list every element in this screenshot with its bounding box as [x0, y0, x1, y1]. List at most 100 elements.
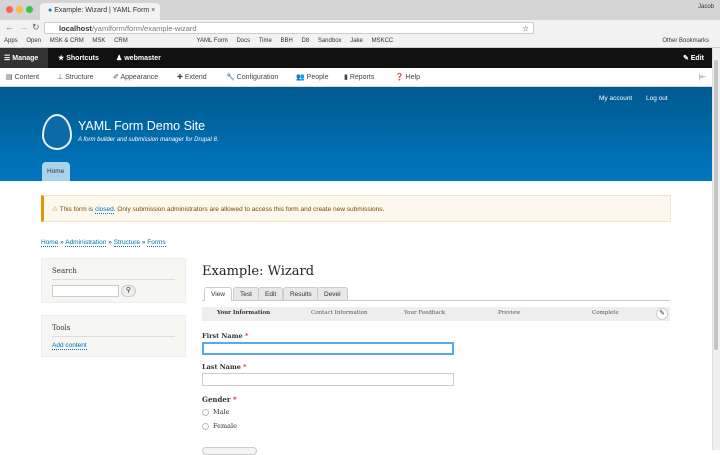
first-name-label: First Name *	[202, 332, 249, 340]
bookmark[interactable]: Docs	[236, 38, 250, 44]
shortcuts-button[interactable]: ★ Shortcuts	[58, 54, 99, 62]
gender-male-radio[interactable]: Male	[202, 408, 229, 416]
search-title: Search	[52, 267, 175, 280]
file-icon: ▤	[6, 74, 13, 81]
tray-appearance[interactable]: ✐ Appearance	[113, 73, 158, 81]
breadcrumb-administration[interactable]: Administration	[65, 239, 107, 247]
wizard-progress: Your Information Contact Information You…	[202, 307, 670, 321]
gender-female-radio[interactable]: Female	[202, 422, 237, 430]
tab-results[interactable]: Results	[283, 287, 319, 300]
breadcrumb-home[interactable]: Home	[41, 239, 59, 247]
tray-help[interactable]: ❓ Help	[395, 73, 420, 81]
last-name-input[interactable]	[202, 373, 454, 386]
tray-configuration[interactable]: 🔧 Configuration	[226, 73, 278, 81]
last-name-label: Last Name *	[202, 363, 247, 371]
wrench-icon: 🔧	[226, 74, 235, 81]
manage-button[interactable]: ☰ Manage	[0, 48, 48, 68]
step-your-feedback: Your Feedback	[404, 310, 446, 316]
tab-devel[interactable]: Devel	[317, 287, 348, 300]
forward-icon[interactable]: →	[19, 22, 28, 32]
maximize-window-icon[interactable]	[26, 6, 33, 13]
tab-title: Example: Wizard | YAML Form	[54, 7, 150, 14]
help-icon: ❓	[395, 74, 404, 81]
tray-reports[interactable]: ▮ Reports	[344, 73, 374, 81]
first-name-input[interactable]	[202, 342, 454, 355]
back-icon[interactable]: ←	[5, 22, 14, 32]
step-your-information: Your Information	[217, 310, 271, 316]
bookmark[interactable]: Jake	[350, 38, 363, 44]
my-account-link[interactable]: My account	[599, 95, 632, 102]
tray-structure[interactable]: ⊥ Structure	[57, 73, 93, 81]
bookmark[interactable]: MSK	[92, 38, 105, 44]
breadcrumb-structure[interactable]: Structure	[113, 239, 141, 247]
browser-tab-bar: ● Example: Wizard | YAML Form × Jacob	[0, 0, 720, 20]
drupal-logo-icon[interactable]	[42, 114, 72, 150]
search-block: Search ⚲	[41, 258, 186, 303]
closed-link[interactable]: closed	[94, 206, 114, 214]
gender-label: Gender *	[202, 395, 237, 404]
pencil-icon[interactable]: ✎	[656, 308, 668, 320]
brush-icon: ✐	[113, 74, 119, 81]
admin-tray: ▤ Content ⊥ Structure ✐ Appearance ✚ Ext…	[0, 68, 712, 87]
next-button[interactable]	[202, 447, 257, 455]
local-tasks: View Test Edit Results Devel	[202, 287, 670, 301]
close-window-icon[interactable]	[6, 6, 13, 13]
reload-icon[interactable]: ↻	[32, 22, 40, 33]
breadcrumb-forms[interactable]: Forms	[147, 239, 166, 247]
tools-block: Tools Add content	[41, 315, 186, 357]
bookmark[interactable]: MSK & CRM	[50, 38, 84, 44]
search-input[interactable]	[52, 285, 119, 297]
drupal-favicon-icon: ●	[48, 7, 53, 14]
bookmark[interactable]: MSKCC	[372, 38, 394, 44]
tray-content[interactable]: ▤ Content	[6, 73, 39, 81]
site-header: My account Log out YAML Form Demo Site A…	[0, 87, 712, 181]
tab-view[interactable]: View	[204, 287, 232, 301]
profile-name[interactable]: Jacob	[698, 4, 714, 10]
star-icon: ★	[58, 55, 65, 62]
minimize-window-icon[interactable]	[16, 6, 23, 13]
tools-title: Tools	[52, 324, 175, 337]
bookmark[interactable]: BBH	[280, 38, 292, 44]
url-input[interactable]: localhost/yamlform/form/example-wizard ☆	[44, 22, 534, 34]
search-button[interactable]: ⚲	[121, 285, 136, 297]
edit-button[interactable]: ✎ Edit	[683, 54, 704, 62]
tab-edit[interactable]: Edit	[258, 287, 284, 300]
scrollbar-thumb[interactable]	[714, 60, 718, 350]
bookmark[interactable]: CRM	[114, 38, 128, 44]
step-complete: Complete	[592, 310, 619, 316]
bookmark[interactable]: Time	[259, 38, 272, 44]
bookmark[interactable]: D8	[302, 38, 310, 44]
add-content-link[interactable]: Add content	[52, 342, 87, 350]
warning-message: ⚠ This form is closed. Only submission a…	[41, 195, 671, 222]
bookmarks-bar: Apps Open MSK & CRM MSK CRM YAML Form Do…	[0, 35, 720, 48]
tray-extend[interactable]: ✚ Extend	[177, 73, 207, 81]
site-name[interactable]: YAML Form Demo Site	[78, 119, 205, 133]
step-contact-information: Contact Information	[311, 310, 368, 316]
browser-tab[interactable]: ● Example: Wizard | YAML Form ×	[40, 3, 160, 20]
sitemap-icon: ⊥	[57, 74, 64, 81]
admin-toolbar: ☰ Manage ★ Shortcuts ♟ webmaster ✎ Edit	[0, 48, 712, 68]
bookmark[interactable]: Sandbox	[318, 38, 342, 44]
people-icon: 👥	[296, 74, 305, 81]
log-out-link[interactable]: Log out	[646, 95, 668, 102]
tray-people[interactable]: 👥 People	[296, 73, 328, 81]
other-bookmarks[interactable]: Other Bookmarks	[662, 38, 709, 44]
bookmark[interactable]: Open	[26, 38, 41, 44]
search-icon: ⚲	[125, 287, 132, 294]
bar-chart-icon: ▮	[344, 74, 348, 81]
page-title: Example: Wizard	[202, 264, 315, 279]
warning-icon: ⚠	[52, 206, 58, 213]
person-icon: ♟	[116, 55, 123, 62]
step-preview: Preview	[498, 310, 521, 316]
pencil-icon: ✎	[682, 55, 689, 62]
puzzle-icon: ✚	[177, 74, 183, 81]
tab-test[interactable]: Test	[233, 287, 259, 300]
breadcrumb: Home » Administration » Structure » Form…	[41, 239, 166, 247]
star-icon[interactable]: ☆	[522, 24, 529, 33]
bookmark[interactable]: Apps	[4, 38, 18, 44]
collapse-tray-icon[interactable]: |⇤	[698, 73, 706, 81]
nav-home-tab[interactable]: Home	[42, 162, 70, 181]
bookmark[interactable]: YAML Form	[196, 38, 227, 44]
user-button[interactable]: ♟ webmaster	[116, 54, 161, 62]
menu-icon: ☰	[4, 55, 11, 62]
